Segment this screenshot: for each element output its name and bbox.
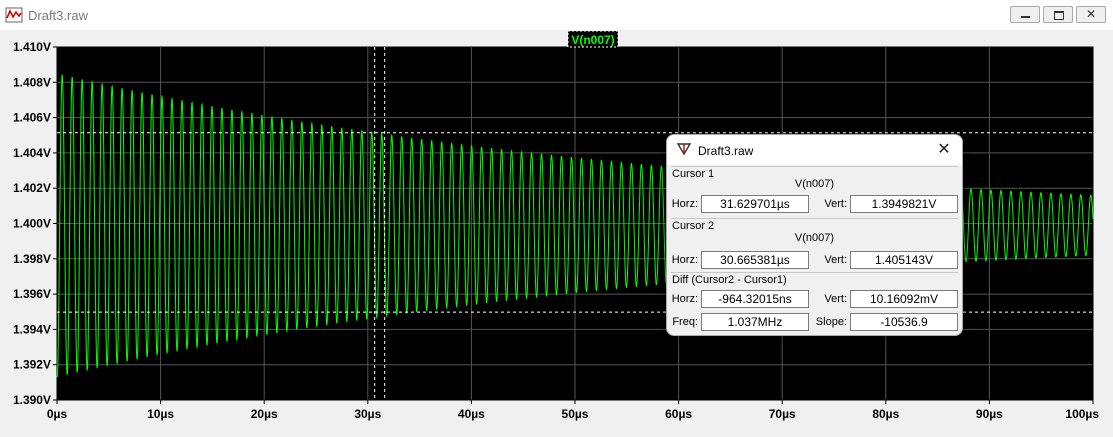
- dialog-titlebar: Draft3.raw ✕: [667, 135, 962, 165]
- x-tick-label: 80µs: [872, 407, 899, 421]
- minimize-icon: [1021, 16, 1030, 18]
- cursor2-horz-label: Horz:: [671, 254, 698, 266]
- close-button[interactable]: ✕: [1076, 6, 1106, 23]
- y-axis-ticks: 1.410V 1.408V 1.406V 1.404V 1.402V 1.400V 1.39…: [13, 40, 57, 407]
- y-tick-label: 1.410V: [13, 40, 51, 54]
- trace-label[interactable]: V(n007): [567, 30, 619, 48]
- cursor1-signal: V(n007): [794, 178, 835, 190]
- cursor2-section-title: Cursor 2: [672, 220, 715, 232]
- diff-slope-label: Slope:: [815, 316, 847, 328]
- x-tick-label: 30µs: [354, 407, 381, 421]
- window-title: Draft3.raw: [28, 8, 88, 23]
- cursor2-vert-label: Vert:: [824, 254, 847, 266]
- restore-button[interactable]: [1043, 6, 1073, 23]
- diff-freq-label: Freq:: [672, 316, 698, 328]
- x-tick-label: 100µs: [1065, 407, 1099, 421]
- close-icon: ✕: [1085, 7, 1097, 21]
- diff-horz-field[interactable]: [701, 290, 809, 308]
- y-tick-label: 1.406V: [13, 111, 51, 125]
- cursor1-horz-label: Horz:: [671, 198, 698, 210]
- close-icon: ✕: [937, 141, 951, 158]
- trace-label-text[interactable]: V(n007): [571, 33, 614, 47]
- dialog-title: Draft3.raw: [698, 144, 754, 158]
- minimize-button[interactable]: [1010, 6, 1040, 23]
- window-titlebar: Draft3.raw ✕: [0, 0, 1113, 31]
- y-tick-label: 1.394V: [13, 322, 51, 336]
- y-tick-label: 1.390V: [13, 393, 51, 407]
- x-tick-label: 10µs: [147, 407, 174, 421]
- y-tick-label: 1.400V: [13, 217, 51, 231]
- y-tick-label: 1.392V: [13, 358, 51, 372]
- dialog-close-button[interactable]: ✕: [935, 141, 953, 159]
- y-tick-label: 1.398V: [13, 252, 51, 266]
- cursor1-vert-label: Vert:: [824, 198, 847, 210]
- y-tick-label: 1.396V: [13, 287, 51, 301]
- x-tick-label: 70µs: [769, 407, 796, 421]
- x-tick-label: 90µs: [976, 407, 1003, 421]
- cursor2-horz-field[interactable]: [701, 251, 809, 269]
- x-tick-label: 50µs: [562, 407, 589, 421]
- x-tick-label: 60µs: [665, 407, 692, 421]
- diff-vert-label: Vert:: [824, 293, 847, 305]
- x-tick-label: 0µs: [47, 407, 68, 421]
- cursor-probe-icon: [676, 143, 692, 156]
- diff-section-title: Diff (Cursor2 - Cursor1): [672, 274, 787, 286]
- y-tick-label: 1.404V: [13, 146, 51, 160]
- cursor2-signal: V(n007): [794, 232, 835, 244]
- cursor1-horz-field[interactable]: [701, 195, 809, 213]
- cursor1-vert-field[interactable]: [850, 195, 958, 213]
- x-axis-ticks: 0µs 10µs 20µs 30µs 40µs 50µs 60µs 70µs 80µs 90µs 1…: [47, 400, 1099, 421]
- section-divider: [671, 272, 958, 273]
- y-tick-label: 1.408V: [13, 75, 51, 89]
- x-tick-label: 20µs: [251, 407, 278, 421]
- diff-vert-field[interactable]: [850, 290, 958, 308]
- waveform-app-icon: [5, 7, 23, 23]
- diff-freq-field[interactable]: [701, 313, 809, 331]
- section-divider: [671, 166, 958, 167]
- diff-slope-field[interactable]: [850, 313, 958, 331]
- section-divider: [671, 218, 958, 219]
- cursor-dialog[interactable]: Draft3.raw ✕ Cursor 1 V(n007) Horz: Vert…: [666, 134, 963, 336]
- y-tick-label: 1.402V: [13, 181, 51, 195]
- diff-horz-label: Horz:: [671, 293, 698, 305]
- restore-icon: [1054, 11, 1064, 20]
- x-tick-label: 40µs: [458, 407, 485, 421]
- cursor2-vert-field[interactable]: [850, 251, 958, 269]
